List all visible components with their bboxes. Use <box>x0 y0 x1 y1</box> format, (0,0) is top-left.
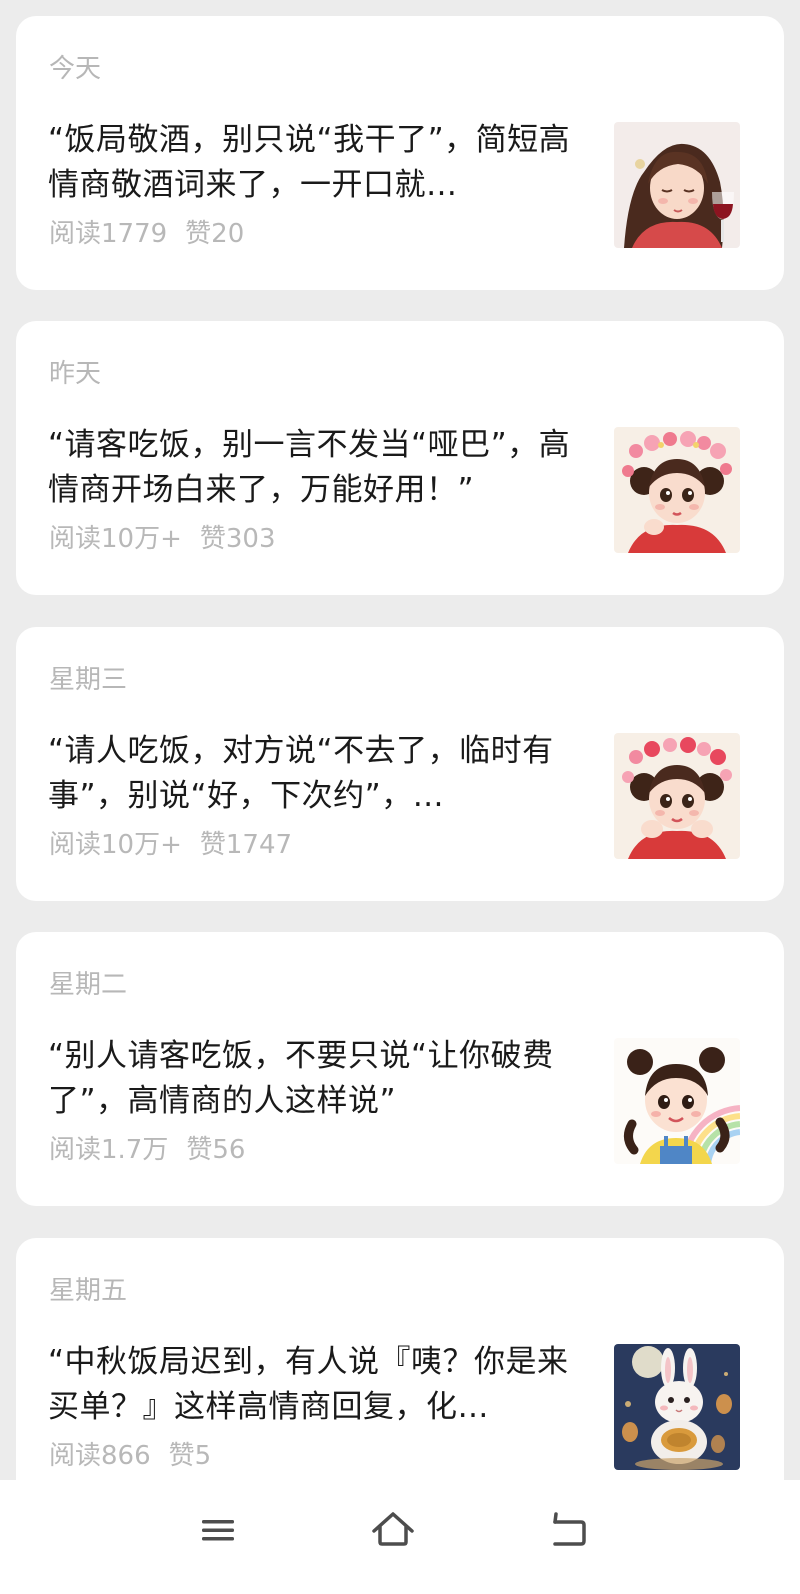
article-title[interactable]: “中秋饭局迟到，有人说『咦？你是来买单？』这样高情商回复，化… <box>48 1340 596 1430</box>
article-title[interactable]: “请客吃饭，别一言不发当“哑巴”，高情商开场白来了，万能好用！” <box>48 423 596 513</box>
article-stats: 阅读866 赞5 <box>49 1440 211 1472</box>
like-count: 赞303 <box>199 524 276 554</box>
article-stats: 阅读10万+ 赞303 <box>49 523 276 555</box>
article-title[interactable]: “饭局敬酒，别只说“我干了”，简短高情商敬酒词来了，一开口就… <box>48 118 596 208</box>
article-date: 星期五 <box>49 1276 128 1306</box>
read-count: 阅读10万+ <box>49 524 182 554</box>
article-date: 星期三 <box>49 665 128 695</box>
read-count: 阅读1779 <box>49 219 168 249</box>
like-count: 赞1747 <box>199 830 293 860</box>
menu-icon <box>202 1520 234 1541</box>
article-thumbnail[interactable] <box>614 733 740 859</box>
article-thumbnail[interactable] <box>614 1038 740 1164</box>
home-button[interactable] <box>363 1500 423 1560</box>
article-title[interactable]: “请人吃饭，对方说“不去了，临时有事”，别说“好，下次约”，… <box>48 729 596 819</box>
article-date: 星期二 <box>49 970 128 1000</box>
article-thumbnail[interactable] <box>614 1344 740 1470</box>
article-date: 今天 <box>49 54 102 84</box>
article-card[interactable]: 星期三 “请人吃饭，对方说“不去了，临时有事”，别说“好，下次约”，… 阅读10… <box>16 627 784 901</box>
like-count: 赞20 <box>185 219 245 249</box>
girl-with-flower-crown-image <box>614 733 740 859</box>
article-thumbnail[interactable] <box>614 122 740 248</box>
article-card[interactable]: 昨天 “请客吃饭，别一言不发当“哑巴”，高情商开场白来了，万能好用！” 阅读10… <box>16 321 784 595</box>
article-stats: 阅读10万+ 赞1747 <box>49 829 292 861</box>
article-stats: 阅读1.7万 赞56 <box>49 1134 245 1166</box>
girl-with-wine-glass-image <box>614 122 740 248</box>
read-count: 阅读1.7万 <box>49 1135 169 1165</box>
rabbit-with-mooncake-image <box>614 1344 740 1470</box>
article-card[interactable]: 星期二 “别人请客吃饭，不要只说“让你破费了”，高情商的人这样说” 阅读1.7万… <box>16 932 784 1206</box>
like-count: 赞5 <box>168 1441 212 1471</box>
menu-button[interactable] <box>188 1500 248 1560</box>
system-navigation-bar <box>0 1480 800 1594</box>
article-thumbnail[interactable] <box>614 427 740 553</box>
like-count: 赞56 <box>186 1135 246 1165</box>
girl-with-rainbow-image <box>614 1038 740 1164</box>
article-date: 昨天 <box>49 359 102 389</box>
article-feed: 今天 “饭局敬酒，别只说“我干了”，简短高情商敬酒词来了，一开口就… 阅读177… <box>0 0 800 1500</box>
back-icon <box>553 1512 586 1546</box>
home-icon <box>372 1512 414 1546</box>
back-button[interactable] <box>539 1500 599 1560</box>
article-card[interactable]: 星期五 “中秋饭局迟到，有人说『咦？你是来买单？』这样高情商回复，化… 阅读86… <box>16 1238 784 1500</box>
article-card[interactable]: 今天 “饭局敬酒，别只说“我干了”，简短高情商敬酒词来了，一开口就… 阅读177… <box>16 16 784 290</box>
read-count: 阅读10万+ <box>49 830 182 860</box>
article-stats: 阅读1779 赞20 <box>49 218 244 250</box>
article-title[interactable]: “别人请客吃饭，不要只说“让你破费了”，高情商的人这样说” <box>48 1034 596 1124</box>
girl-with-flower-crown-image <box>614 427 740 553</box>
read-count: 阅读866 <box>49 1441 151 1471</box>
